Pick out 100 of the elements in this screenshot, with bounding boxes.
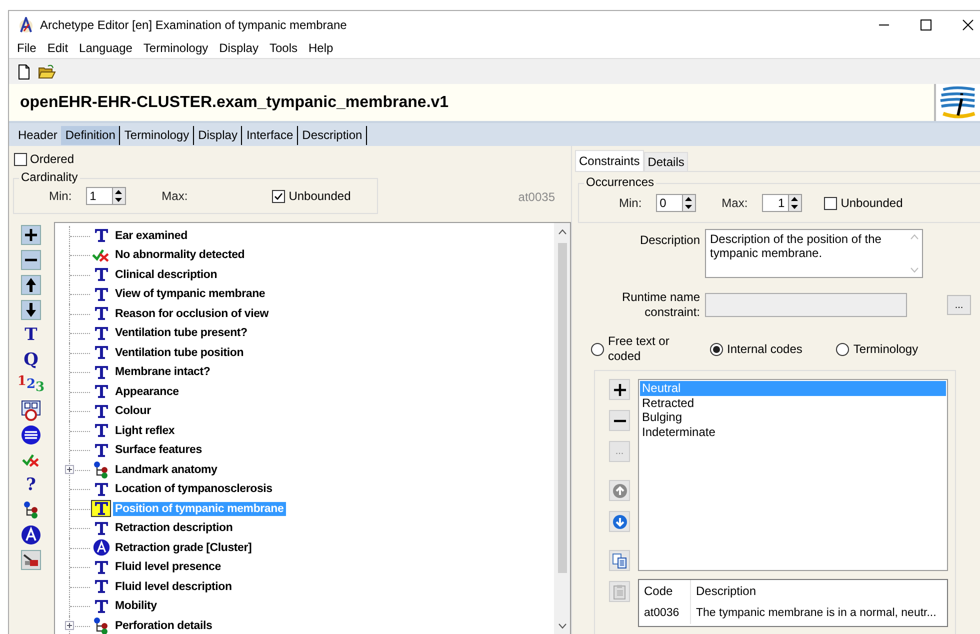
tab[interactable]: Details	[644, 152, 688, 171]
check-cross-icon	[92, 248, 110, 262]
tree-item[interactable]: Appearance	[113, 384, 181, 399]
unbounded-checkbox[interactable]: Unbounded	[272, 189, 351, 203]
tree-item[interactable]: Fluid level description	[113, 580, 234, 594]
list-circle-icon[interactable]	[21, 425, 41, 445]
tree-item[interactable]: Surface features	[113, 443, 204, 458]
text-type-icon	[94, 326, 108, 340]
tree-item[interactable]: Ear examined	[113, 228, 190, 243]
min-field[interactable]: 1	[86, 187, 112, 205]
spin-buttons[interactable]	[788, 194, 802, 212]
scroll-up-icon[interactable]	[558, 229, 566, 235]
palette-item[interactable]: Q	[24, 350, 38, 370]
tab[interactable]: Definition	[61, 126, 120, 145]
tree-item[interactable]: Reason for occlusion of view	[113, 306, 271, 321]
palette-item[interactable]: T	[24, 325, 38, 345]
text-type-icon	[94, 366, 108, 379]
min-label: Min:	[49, 189, 72, 203]
tree-item[interactable]: Mobility	[113, 599, 159, 614]
tree-item[interactable]: Retraction description	[113, 521, 235, 536]
tab[interactable]: Header	[14, 126, 62, 145]
tree-item[interactable]: Membrane intact?	[113, 365, 212, 380]
calendar-clock-icon[interactable]	[20, 399, 42, 421]
checkbox[interactable]	[272, 190, 285, 202]
text-type-icon	[94, 580, 108, 594]
text-type-icon	[94, 229, 108, 242]
radio-option[interactable]: Internal codes	[710, 342, 802, 356]
slot-button[interactable]	[21, 550, 41, 570]
clipboard-icon	[612, 584, 628, 600]
tab[interactable]: Terminology	[120, 126, 194, 145]
tree-item[interactable]: Clinical description	[113, 268, 220, 282]
menu-item[interactable]: Terminology	[143, 41, 208, 55]
menu-item[interactable]: Help	[308, 41, 334, 55]
text-type-icon	[94, 482, 108, 496]
remove-button[interactable]	[21, 250, 41, 270]
menu-item[interactable]: Tools	[269, 41, 298, 55]
tree-item[interactable]: Landmark anatomy	[113, 462, 220, 477]
unbounded-checkbox[interactable]: Unbounded	[824, 196, 903, 210]
tab[interactable]: Display	[194, 126, 242, 145]
tab[interactable]: Constraints	[575, 150, 644, 171]
add-button[interactable]	[609, 379, 630, 400]
palette-item[interactable]: ?	[26, 475, 36, 495]
column-header[interactable]: Code	[639, 580, 691, 602]
radio-option[interactable]: Terminology	[836, 342, 918, 356]
menu-item[interactable]: Language	[79, 41, 132, 55]
ordered-checkbox[interactable]: Ordered	[9, 146, 571, 166]
remove-button[interactable]	[609, 410, 630, 431]
spin-buttons[interactable]	[112, 187, 126, 205]
checkbox[interactable]	[824, 196, 837, 210]
radio-button[interactable]	[710, 342, 723, 356]
tree-item[interactable]: Ventilation tube present?	[113, 326, 250, 340]
table-cell: at0036	[639, 602, 691, 624]
spin-buttons[interactable]	[682, 194, 696, 212]
palette-item[interactable]: 123	[17, 375, 45, 395]
scrollbar[interactable]	[554, 223, 570, 634]
copy-button[interactable]	[609, 550, 630, 571]
min-field[interactable]: 0	[656, 194, 682, 212]
list-item[interactable]: Bulging	[640, 410, 946, 424]
max-field[interactable]: 1	[762, 194, 788, 212]
radio-button[interactable]	[591, 342, 604, 356]
tree-item[interactable]: Ventilation tube position	[113, 346, 246, 360]
down-button[interactable]	[609, 511, 630, 532]
tree-item[interactable]: Light reflex	[113, 424, 177, 438]
radio-button[interactable]	[836, 342, 850, 356]
cluster-icon	[23, 501, 39, 519]
move-up-button[interactable]	[21, 275, 41, 295]
new-document-icon[interactable]	[16, 64, 32, 80]
tree-item[interactable]: Colour	[113, 404, 153, 418]
app-logo-icon	[18, 16, 34, 32]
tree-item[interactable]: Retraction grade [Cluster]	[113, 540, 254, 555]
tree-item[interactable]: Fluid level presence	[113, 560, 223, 574]
open-folder-icon[interactable]	[38, 64, 56, 80]
move-down-button[interactable]	[21, 300, 41, 320]
close-icon[interactable]	[962, 18, 974, 30]
menu-item[interactable]: File	[17, 41, 36, 55]
group-title: Cardinality	[19, 170, 80, 184]
checkbox[interactable]	[14, 152, 27, 166]
menu-item[interactable]: Display	[219, 41, 258, 55]
tree-item[interactable]: Location of tympanosclerosis	[113, 482, 274, 496]
runtime-name-label: Runtime name constraint:	[620, 290, 701, 320]
choice-icon	[21, 525, 41, 545]
expander[interactable]	[65, 465, 74, 474]
maximize-icon[interactable]	[920, 18, 932, 30]
menu-item[interactable]: Edit	[47, 41, 68, 55]
list-item[interactable]: Retracted	[640, 396, 946, 410]
runtime-name-field[interactable]	[705, 293, 907, 317]
tree-item[interactable]: View of tympanic membrane	[113, 287, 268, 302]
scroll-down-icon[interactable]	[558, 623, 566, 629]
radio-option[interactable]: Free text or coded	[591, 334, 678, 364]
browse-button[interactable]: ...	[947, 295, 971, 315]
expander[interactable]	[65, 621, 74, 630]
text-type-icon	[94, 307, 108, 320]
tree-item[interactable]: Perforation details	[113, 618, 214, 633]
tab[interactable]: Interface	[242, 126, 298, 145]
column-header[interactable]: Description	[691, 580, 756, 602]
add-button[interactable]	[21, 225, 41, 245]
tree-item[interactable]: No abnormality detected	[113, 248, 247, 262]
tab[interactable]: Description	[298, 126, 368, 145]
plus-icon	[612, 382, 626, 396]
list-item[interactable]: Indeterminate	[640, 424, 946, 439]
